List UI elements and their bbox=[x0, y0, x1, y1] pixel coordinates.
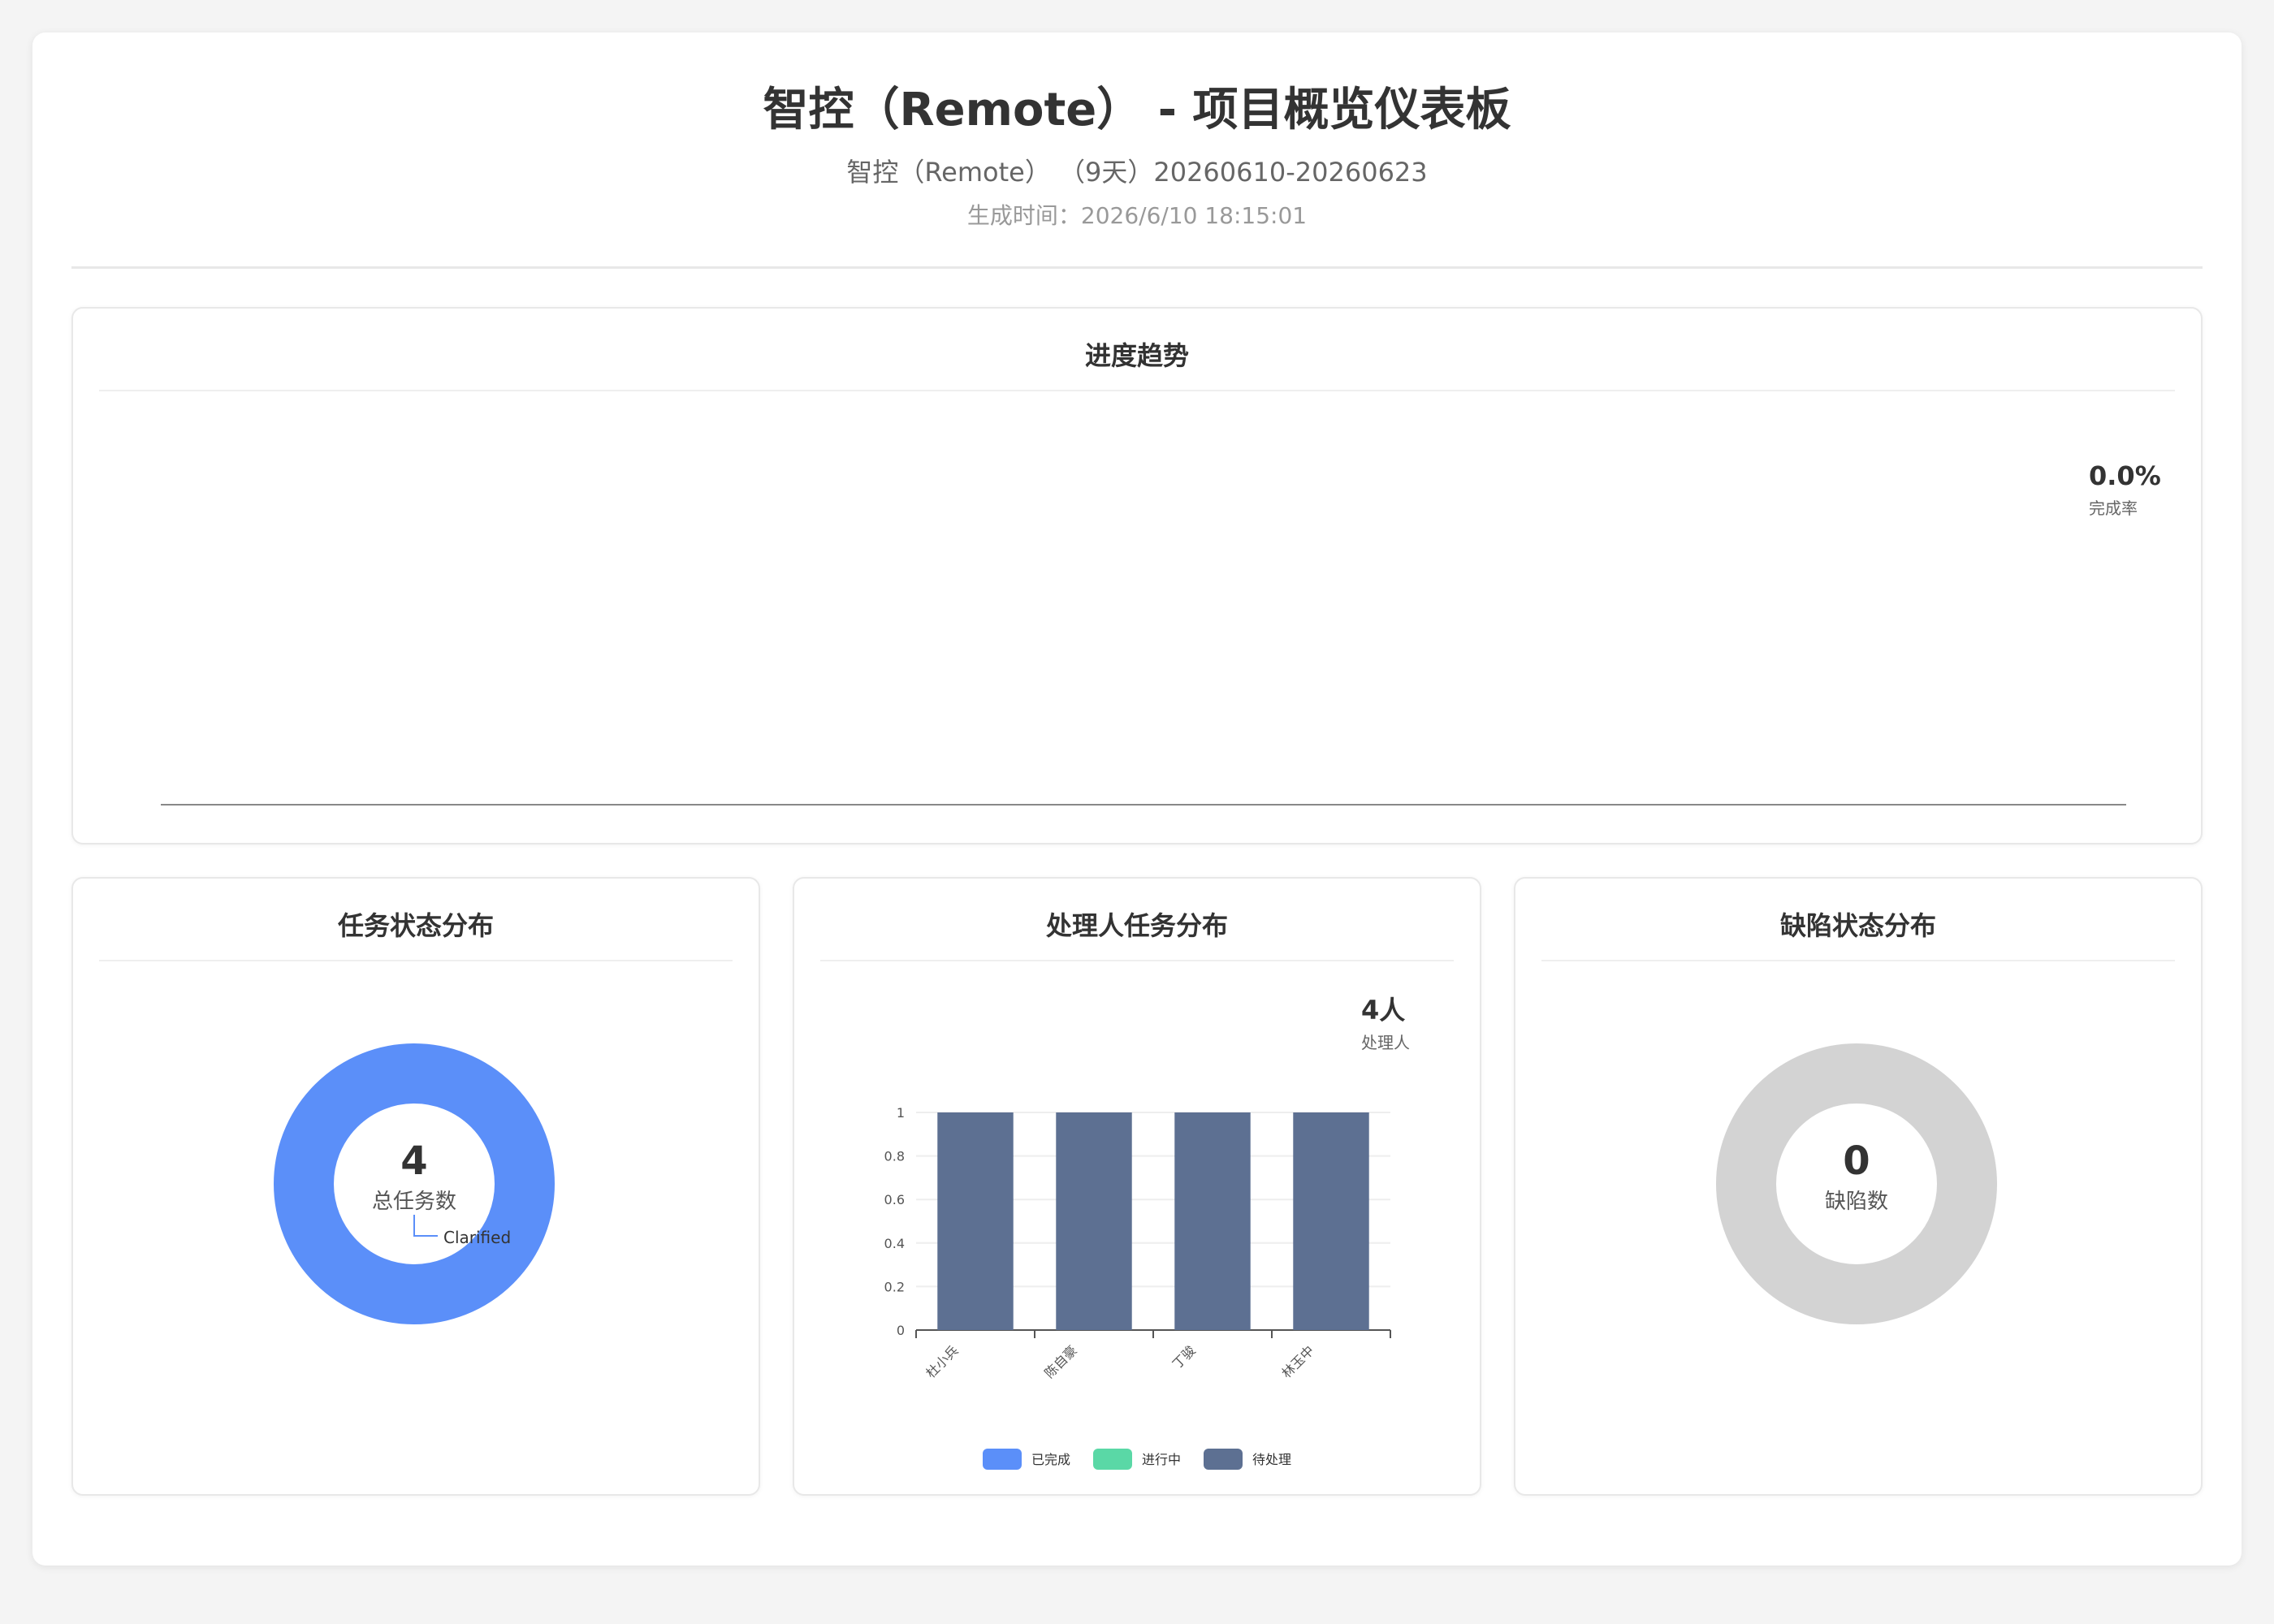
y-tick-label: 0.8 bbox=[884, 1149, 905, 1164]
page-title: 智控（Remote） - 项目概览仪表板 bbox=[763, 84, 1511, 136]
y-tick-label: 1 bbox=[897, 1105, 905, 1121]
defect-total-center: 0 缺陷数 bbox=[1775, 1137, 1938, 1218]
task-total-label: 总任务数 bbox=[371, 1190, 456, 1214]
task-status-card: 任务状态分布 Clarified 4 总任务数 bbox=[71, 877, 760, 1496]
bar-待处理-杜小兵 bbox=[937, 1112, 1014, 1330]
task-total-center: 4 总任务数 bbox=[333, 1137, 495, 1218]
assignee-bar-chart: 0 0.2 0.4 0.6 0.8 1 杜小兵 陈自豪 丁骏 林玉中已完成 进行中 待处理 bbox=[884, 1105, 1391, 1470]
bar-待处理-丁骏 bbox=[1174, 1112, 1251, 1330]
y-tick-label: 0.4 bbox=[884, 1236, 905, 1251]
task-slice-label: Clarified bbox=[443, 1228, 511, 1247]
progress-trend-card: 进度趋势 0.0% 完成率 bbox=[71, 307, 2203, 844]
task-total-value: 4 bbox=[400, 1138, 428, 1184]
legend-swatch-待处理 bbox=[1204, 1449, 1243, 1470]
dashboard-page: 智控（Remote） - 项目概览仪表板 智控（Remote） （9天）2026… bbox=[32, 32, 2242, 1566]
y-tick-label: 0 bbox=[897, 1323, 905, 1338]
y-tick-label: 0.6 bbox=[884, 1192, 905, 1207]
bar-待处理-陈自豪 bbox=[1056, 1112, 1132, 1330]
bar-待处理-林玉中 bbox=[1293, 1112, 1369, 1330]
dashboard-header: 智控（Remote） - 项目概览仪表板 智控（Remote） （9天）2026… bbox=[71, 32, 2203, 269]
legend-swatch-已完成 bbox=[983, 1449, 1022, 1470]
x-tick-label: 丁骏 bbox=[1169, 1342, 1199, 1371]
assignee-card: 处理人任务分布 4人 处理人 0 0.2 0.4 0.6 0.8 1 杜小兵 陈自豪 丁骏 林玉中… bbox=[793, 877, 1481, 1496]
y-tick-label: 0.2 bbox=[884, 1279, 905, 1294]
defect-status-card: 缺陷状态分布 0 缺陷数 bbox=[1514, 877, 2203, 1496]
legend-label: 待处理 bbox=[1252, 1452, 1291, 1467]
legend-swatch-进行中 bbox=[1093, 1449, 1132, 1470]
legend-label: 已完成 bbox=[1031, 1452, 1070, 1467]
defect-total-label: 缺陷数 bbox=[1824, 1190, 1888, 1214]
progress-trend-chart bbox=[161, 804, 2126, 806]
x-tick-label: 陈自豪 bbox=[1041, 1342, 1079, 1380]
x-tick-label: 杜小兵 bbox=[923, 1342, 961, 1380]
defect-total-value: 0 bbox=[1843, 1138, 1870, 1184]
generated-time: 生成时间：2026/6/10 18:15:01 bbox=[966, 202, 1308, 229]
legend-label: 进行中 bbox=[1142, 1452, 1181, 1467]
x-tick-label: 林玉中 bbox=[1278, 1342, 1316, 1380]
project-subtitle: 智控（Remote） （9天）20260610-20260623 bbox=[846, 157, 1428, 188]
